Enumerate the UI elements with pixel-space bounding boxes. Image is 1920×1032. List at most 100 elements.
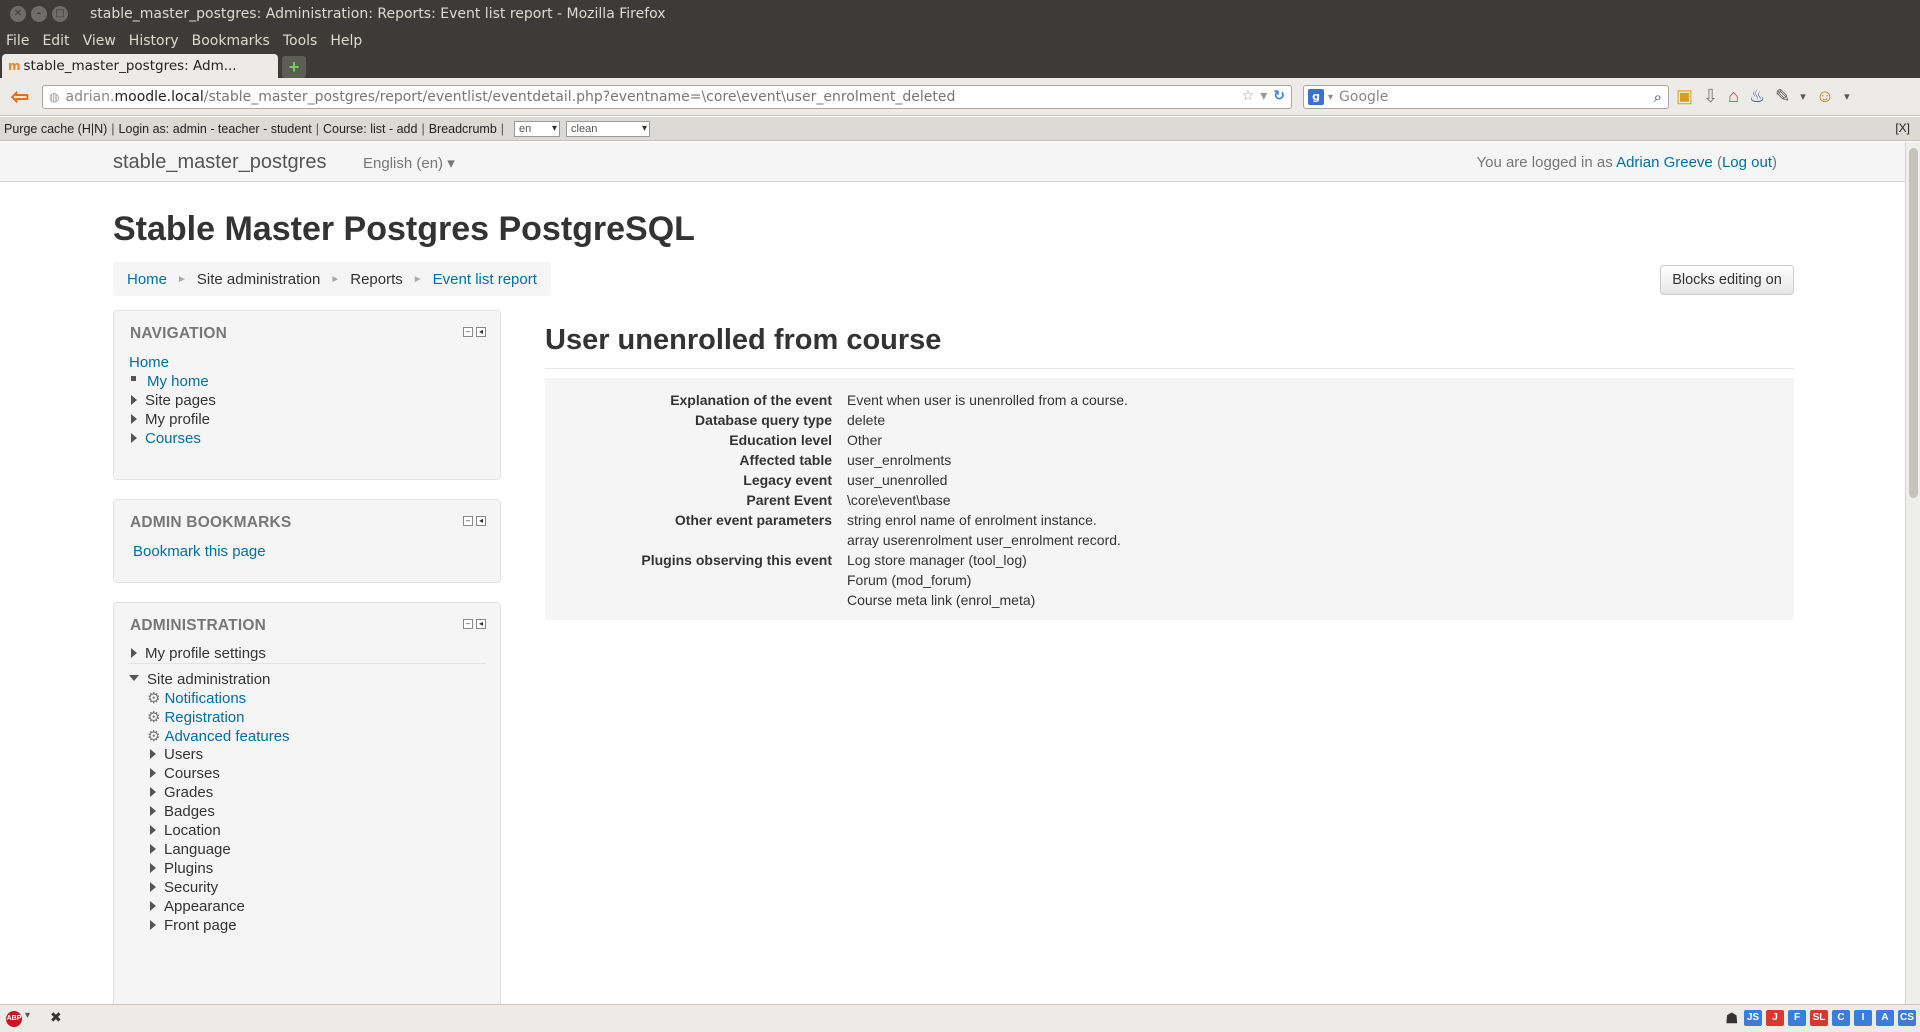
- addon-i-icon[interactable]: I: [1854, 1010, 1872, 1026]
- close-addon-bar-icon[interactable]: ✖: [50, 1009, 62, 1026]
- search-bar[interactable]: g ▾ Google ⌕: [1303, 85, 1669, 109]
- admin-link-advanced-features[interactable]: ⚙ Advanced features: [147, 727, 290, 745]
- admin-link-label[interactable]: Notifications: [164, 690, 246, 707]
- admin-category-language[interactable]: Language: [150, 841, 231, 858]
- addon-j-icon[interactable]: J: [1766, 1010, 1784, 1026]
- dock-block-icon[interactable]: ◂: [476, 619, 486, 629]
- nav-item-label[interactable]: My home: [147, 373, 209, 390]
- menu-help[interactable]: Help: [330, 33, 362, 49]
- adblock-dropdown-icon[interactable]: ▾: [25, 1010, 30, 1021]
- breadcrumb-reports: Reports: [350, 270, 403, 288]
- expand-arrow-icon: [150, 901, 156, 911]
- dropdown-icon[interactable]: ▾: [1800, 90, 1806, 103]
- admin-item-my-profile-settings[interactable]: My profile settings: [131, 645, 266, 662]
- nav-home-link[interactable]: Home: [129, 354, 169, 371]
- nav-item-label[interactable]: Courses: [145, 430, 201, 447]
- menu-edit[interactable]: Edit: [42, 33, 69, 49]
- collapse-block-icon[interactable]: –: [463, 516, 473, 526]
- admin-category-location[interactable]: Location: [150, 822, 221, 839]
- detail-value: Forum (mod_forum): [847, 572, 972, 588]
- new-tab-icon[interactable]: +: [282, 56, 306, 78]
- addon-c-icon[interactable]: C: [1832, 1010, 1850, 1026]
- admin-link-notifications[interactable]: ⚙ Notifications: [147, 689, 246, 707]
- dock-block-icon[interactable]: ◂: [476, 516, 486, 526]
- theme-select[interactable]: clean: [566, 120, 651, 137]
- admin-link-registration[interactable]: ⚙ Registration: [147, 708, 245, 726]
- site-brand[interactable]: stable_master_postgres: [113, 151, 326, 174]
- site-identity-icon[interactable]: ◍: [49, 90, 59, 104]
- course-links[interactable]: Course: list - add: [323, 122, 417, 136]
- url-dropdown-icon[interactable]: ▾: [1260, 88, 1267, 104]
- menu-bookmarks[interactable]: Bookmarks: [192, 33, 270, 49]
- gear-icon: ⚙: [147, 709, 161, 726]
- menu-file[interactable]: File: [6, 33, 29, 49]
- page-content: stable_master_postgres English (en) ▾ Yo…: [0, 142, 1905, 1004]
- bookmark-this-page-link[interactable]: Bookmark this page: [133, 543, 266, 560]
- bookmark-star-icon[interactable]: ☆: [1242, 88, 1255, 104]
- addon-cs-icon[interactable]: CS: [1898, 1010, 1916, 1026]
- menu-view[interactable]: View: [83, 33, 116, 49]
- page-scrollbar[interactable]: [1905, 142, 1920, 1004]
- addon-f-icon[interactable]: F: [1788, 1010, 1806, 1026]
- dock-block-icon[interactable]: ◂: [476, 327, 486, 337]
- breadcrumb-event-list-report[interactable]: Event list report: [433, 271, 537, 288]
- breadcrumb-link[interactable]: Breadcrumb: [429, 122, 497, 136]
- logout-link[interactable]: Log out: [1722, 154, 1772, 171]
- server-spy-icon[interactable]: ☗: [1723, 1010, 1740, 1026]
- blocks-editing-button[interactable]: Blocks editing on: [1660, 265, 1794, 295]
- admin-category-plugins[interactable]: Plugins: [150, 860, 213, 877]
- developer-tools-icon[interactable]: ✎: [1775, 86, 1790, 107]
- admin-category-courses[interactable]: Courses: [150, 765, 220, 782]
- back-arrow-icon[interactable]: ⇦: [6, 84, 34, 110]
- downloads-icon[interactable]: ⇩: [1703, 86, 1718, 107]
- menu-history[interactable]: History: [129, 33, 179, 49]
- minimize-window-icon[interactable]: –: [31, 6, 47, 22]
- bullet-icon: [131, 376, 136, 381]
- admin-category-front-page[interactable]: Front page: [150, 917, 237, 934]
- admin-link-label[interactable]: Registration: [164, 709, 244, 726]
- greasemonkey-icon[interactable]: ☺: [1816, 86, 1834, 107]
- reload-icon[interactable]: ↻: [1273, 88, 1285, 104]
- admin-category-appearance[interactable]: Appearance: [150, 898, 245, 915]
- addon-js-icon[interactable]: JS: [1744, 1010, 1762, 1026]
- search-icon[interactable]: ⌕: [1654, 88, 1662, 106]
- firebug-icon[interactable]: ♨: [1749, 86, 1765, 107]
- close-devbar-button[interactable]: [X]: [1895, 121, 1910, 135]
- language-select[interactable]: en: [514, 120, 561, 137]
- expand-arrow-icon: [150, 882, 156, 892]
- scrollbar-thumb[interactable]: [1909, 148, 1918, 498]
- admin-item-site-administration[interactable]: Site administration: [129, 671, 270, 688]
- addon-icon[interactable]: ▣: [1676, 86, 1693, 107]
- nav-item-courses[interactable]: Courses: [131, 430, 201, 447]
- admin-category-grades[interactable]: Grades: [150, 784, 213, 801]
- tab-active[interactable]: m stable_master_postgres: Adm...: [2, 54, 278, 78]
- url-bar[interactable]: ◍ adrian. moodle.local/stable_master_post…: [42, 85, 1292, 109]
- language-menu[interactable]: English (en) ▾: [363, 154, 455, 172]
- adblock-icon[interactable]: ABP: [6, 1011, 22, 1027]
- maximize-window-icon[interactable]: □: [52, 6, 68, 22]
- menu-tools[interactable]: Tools: [283, 33, 318, 49]
- admin-category-security[interactable]: Security: [150, 879, 218, 896]
- login-as-links[interactable]: Login as: admin - teacher - student: [119, 122, 312, 136]
- home-icon[interactable]: ⌂: [1728, 86, 1739, 107]
- google-engine-icon[interactable]: g: [1308, 89, 1324, 105]
- collapse-block-icon[interactable]: –: [463, 327, 473, 337]
- detail-label: Explanation of the event: [670, 392, 832, 408]
- user-profile-link[interactable]: Adrian Greeve: [1616, 154, 1713, 171]
- dropdown-icon[interactable]: ▾: [1844, 90, 1850, 103]
- nav-item-site-pages[interactable]: Site pages: [131, 392, 216, 409]
- purge-cache-link[interactable]: Purge cache (H|N): [4, 122, 107, 136]
- admin-category-badges[interactable]: Badges: [150, 803, 215, 820]
- addon-a-icon[interactable]: A: [1876, 1010, 1894, 1026]
- admin-link-label[interactable]: Advanced features: [164, 728, 289, 745]
- admin-category-users[interactable]: Users: [150, 746, 203, 763]
- collapse-block-icon[interactable]: –: [463, 619, 473, 629]
- nav-item-my-profile[interactable]: My profile: [131, 411, 210, 428]
- addon-sl-icon[interactable]: SL: [1810, 1010, 1828, 1026]
- nav-item-my-home[interactable]: My home: [129, 373, 209, 390]
- detail-value: delete: [847, 412, 886, 428]
- breadcrumb-home[interactable]: Home: [127, 271, 167, 288]
- engine-dropdown-icon[interactable]: ▾: [1328, 92, 1333, 103]
- parent-event-link[interactable]: \core\event\base: [847, 492, 951, 508]
- close-window-icon[interactable]: ✕: [10, 6, 26, 22]
